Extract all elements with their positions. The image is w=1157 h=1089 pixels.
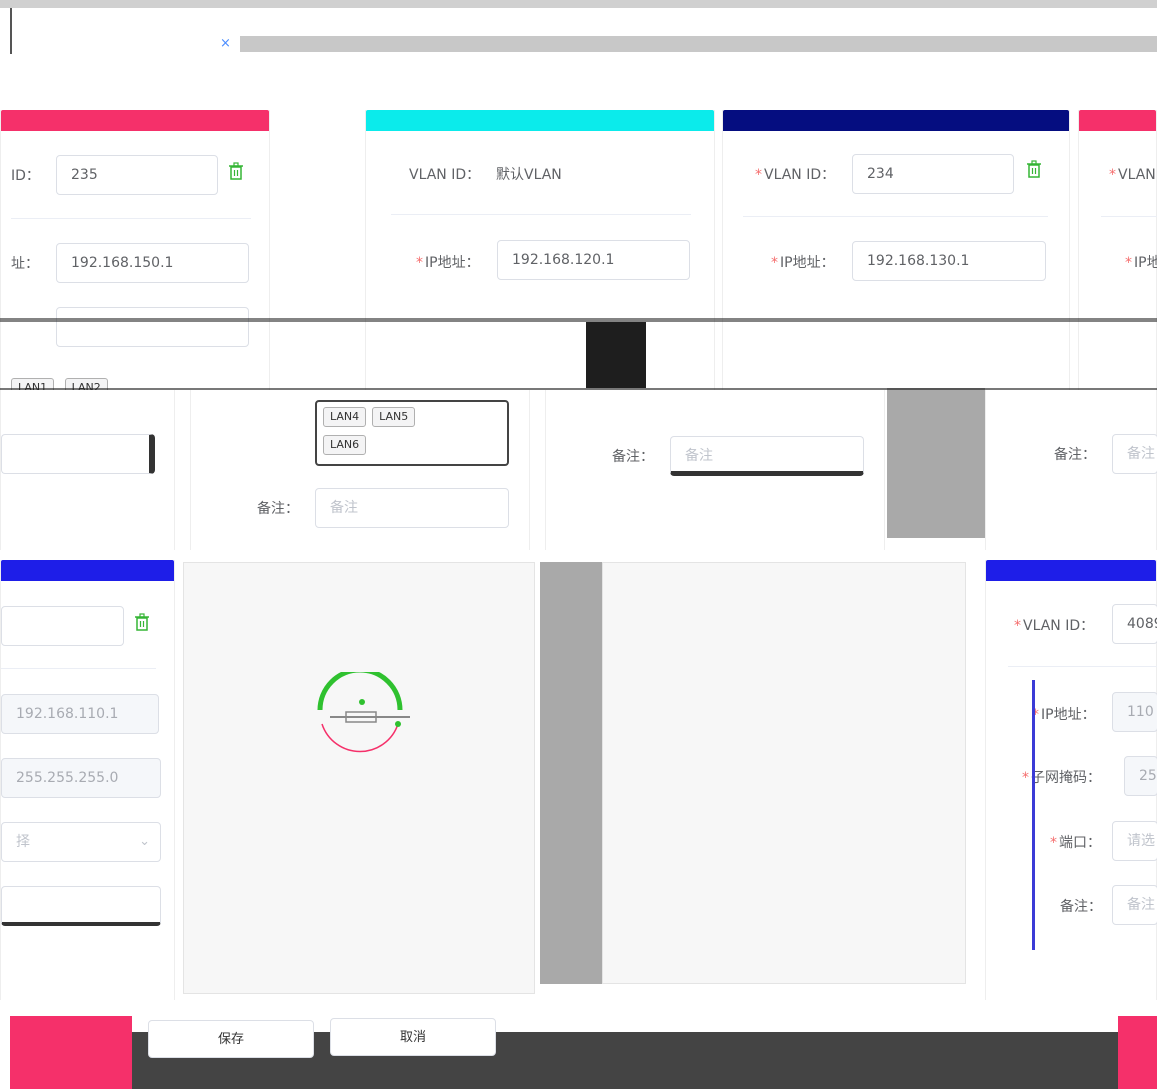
remark-input[interactable]: 备注 — [315, 488, 509, 528]
footer-danger-block — [10, 1016, 132, 1089]
vlan-id-label: *VLAN ID： — [1109, 167, 1157, 183]
port-remark-block-b: LAN4 LAN5 LAN6 备注： 备注 — [190, 390, 530, 550]
card-divider — [743, 216, 1048, 217]
remark-input[interactable] — [1, 434, 155, 474]
vlan-card-3-color-bar — [723, 110, 1069, 131]
remark-input[interactable]: 备注 — [670, 436, 864, 476]
remark-label: 备注： — [1054, 447, 1096, 463]
cancel-button[interactable]: 取消 — [330, 1018, 496, 1056]
loading-mask-right — [540, 562, 602, 984]
remark-block-a — [0, 390, 175, 550]
trash-icon[interactable] — [134, 613, 150, 631]
remark-input[interactable]: 备注 — [1112, 434, 1157, 474]
vlan-id-value: 默认VLAN — [496, 167, 562, 183]
artifact-line — [1032, 680, 1035, 950]
save-button[interactable]: 保存 — [148, 1020, 314, 1058]
chevron-down-icon: ⌄ — [139, 834, 150, 849]
loading-mask — [183, 562, 535, 994]
port-tag-lan5[interactable]: LAN5 — [372, 407, 416, 427]
port-label: * 端口： — [1050, 835, 1101, 851]
ip-address-label: *IP地址： — [771, 255, 835, 271]
remark-label: 备注： — [612, 449, 654, 465]
subnet-input: 255 — [1124, 756, 1157, 796]
footer-danger-block-right — [1118, 1016, 1157, 1089]
vlan-id-label: *VLAN ID： — [1014, 618, 1095, 634]
ip-address-input[interactable]: 192.168.130.1 — [852, 241, 1046, 281]
artifact-band — [887, 388, 985, 538]
vlan-id-input[interactable] — [1, 606, 124, 646]
card-divider — [391, 214, 691, 215]
trash-icon[interactable] — [1026, 160, 1042, 178]
vlan-id-input[interactable]: 4089 — [1112, 604, 1157, 644]
card-divider — [1008, 666, 1157, 667]
vlan-card-5-color-bar — [1, 560, 174, 581]
ip-address-input: 110 — [1112, 692, 1157, 732]
ip-address-label: *IP地址： — [1125, 255, 1157, 271]
ip-address-input: 192.168.110.1 — [1, 694, 159, 734]
vlan-id-label: VLAN ID： — [409, 167, 481, 183]
top-border — [0, 0, 1157, 8]
trash-icon[interactable] — [228, 162, 244, 180]
artifact-band — [586, 322, 646, 388]
card-divider — [1101, 216, 1157, 217]
vlan-card-2-color-bar — [366, 110, 714, 131]
ip-address-label: *IP地址： — [1032, 707, 1096, 723]
port-select[interactable]: LAN4 LAN5 LAN6 — [315, 400, 509, 466]
tab-bar[interactable] — [240, 36, 1157, 52]
vlan-id-input[interactable]: 234 — [852, 154, 1014, 194]
remark-label: 备注： — [257, 501, 299, 517]
vlan-card-1-color-bar — [1, 110, 269, 131]
port-tag-lan4[interactable]: LAN4 — [323, 407, 367, 427]
port-select[interactable]: 请选 — [1112, 821, 1157, 861]
ip-address-input[interactable]: 192.168.150.1 — [56, 243, 249, 283]
subnet-input[interactable] — [56, 307, 249, 347]
card-divider — [1, 668, 156, 669]
ip-address-input[interactable]: 192.168.120.1 — [497, 240, 690, 280]
remark-block-d: 备注： 备注 — [985, 390, 1157, 550]
vlan-card-6: *VLAN ID： 4089 *IP地址： 110 *子网掩码： 255 *端口… — [985, 560, 1157, 1000]
artifact-band — [0, 318, 1157, 322]
remark-input[interactable]: 备注 — [1112, 885, 1157, 925]
loading-spinner-icon — [317, 672, 410, 753]
vlan-card-4-color-bar — [1079, 110, 1156, 131]
remark-block-c: 备注： 备注 — [545, 390, 885, 550]
remark-label: 备注： — [1060, 899, 1102, 915]
card-divider — [11, 218, 251, 219]
subnet-input: 255.255.255.0 — [1, 758, 161, 798]
vlan-id-input[interactable]: 235 — [56, 155, 218, 195]
loading-mask-panel — [602, 562, 966, 984]
port-select[interactable]: 择 ⌄ — [1, 822, 161, 862]
remark-input[interactable] — [1, 886, 161, 926]
vlan-card-6-color-bar — [986, 560, 1156, 581]
vlan-id-label: *VLAN ID： — [755, 167, 836, 183]
vlan-id-label: ID： — [11, 168, 40, 184]
vlan-card-5: 192.168.110.1 255.255.255.0 择 ⌄ — [0, 560, 175, 1000]
tab-close-icon[interactable]: × — [220, 36, 231, 51]
ip-address-label: 址： — [11, 256, 39, 272]
port-tag-lan6[interactable]: LAN6 — [323, 435, 367, 455]
ip-address-label: *IP地址： — [416, 255, 480, 271]
